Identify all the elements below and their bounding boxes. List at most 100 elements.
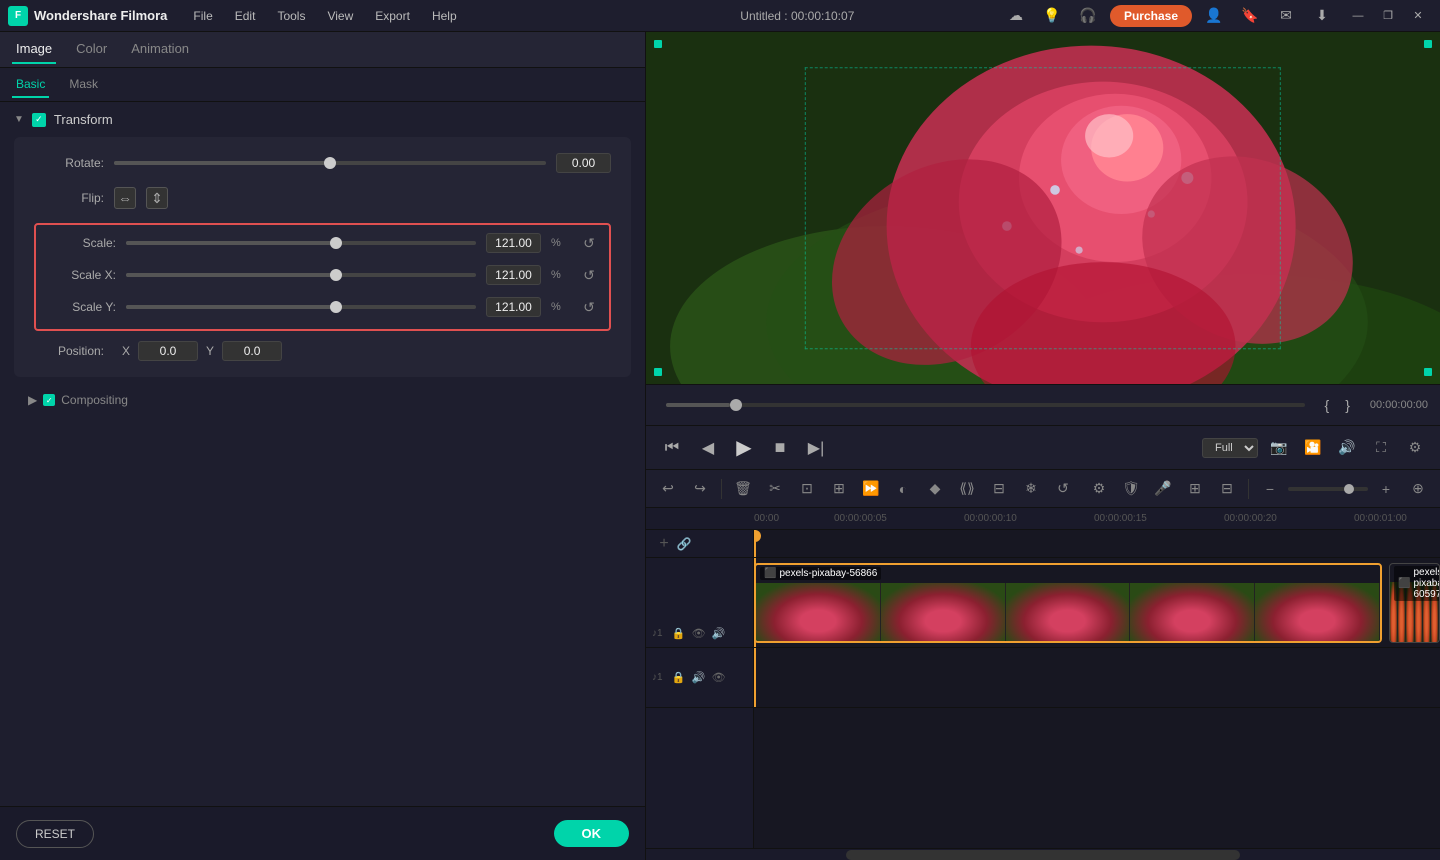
sub-tab-mask[interactable]: Mask <box>65 72 102 98</box>
skip-back-button[interactable]: ⏮ <box>658 434 686 462</box>
scale-y-slider[interactable] <box>126 305 476 309</box>
freeze-button[interactable]: ❄ <box>1017 475 1045 503</box>
tab-color[interactable]: Color <box>72 35 111 64</box>
purchase-button[interactable]: Purchase <box>1110 5 1192 27</box>
track-remove-button[interactable]: ⊟ <box>1213 475 1241 503</box>
video-clip-1[interactable]: ⬛ pexels-pixabay-56866 <box>754 563 1382 643</box>
ok-button[interactable]: OK <box>554 820 630 847</box>
bracket-close[interactable]: } <box>1341 397 1354 413</box>
scale-value[interactable]: 121.00 <box>486 233 541 253</box>
add-media-button[interactable]: + <box>654 534 674 554</box>
maximize-button[interactable]: ❐ <box>1374 4 1402 28</box>
transform-checkbox[interactable]: ✓ <box>32 113 46 127</box>
scale-x-slider[interactable] <box>126 273 476 277</box>
audio-stretch-button[interactable]: ⊟ <box>985 475 1013 503</box>
group-button[interactable]: ⊞ <box>825 475 853 503</box>
rotate-row: Rotate: 0.00 <box>34 153 611 173</box>
flip-vertical-button[interactable]: ⇕ <box>146 187 168 209</box>
rewind-button[interactable]: ↺ <box>1049 475 1077 503</box>
corner-dot-bl[interactable] <box>654 368 662 376</box>
track-eye-icon[interactable]: 👁 <box>691 625 707 641</box>
shield-icon[interactable]: 🛡 <box>1117 475 1145 503</box>
zoom-thumb[interactable] <box>1344 484 1354 494</box>
scale-x-value[interactable]: 121.00 <box>486 265 541 285</box>
scale-slider[interactable] <box>126 241 476 245</box>
mic-icon[interactable]: 🎤 <box>1149 475 1177 503</box>
volume-icon[interactable]: 🔊 <box>1334 435 1360 461</box>
compositing-checkbox[interactable]: ✓ <box>43 394 55 406</box>
crop-button[interactable]: ⊡ <box>793 475 821 503</box>
user-icon[interactable]: 👤 <box>1200 4 1228 28</box>
bracket-open[interactable]: { <box>1321 397 1334 413</box>
corner-dot-tr[interactable] <box>1424 40 1432 48</box>
timeline-scrollbar[interactable] <box>646 848 1440 860</box>
cut-button[interactable]: ✂ <box>761 475 789 503</box>
tab-image[interactable]: Image <box>12 35 56 64</box>
bookmark-icon[interactable]: 🔖 <box>1236 4 1264 28</box>
preview-canvas[interactable] <box>646 32 1440 384</box>
compositing-section[interactable]: ▶ ✓ Compositing <box>14 387 631 413</box>
playback-scrubber[interactable] <box>666 403 1305 407</box>
track-add-button[interactable]: ⊞ <box>1181 475 1209 503</box>
menu-tools[interactable]: Tools <box>267 5 315 27</box>
position-y-input[interactable]: 0.0 <box>222 341 282 361</box>
frame-back-button[interactable]: ◀ <box>694 434 722 462</box>
delete-button[interactable]: 🗑 <box>729 475 757 503</box>
color-match-button[interactable]: ◐ <box>889 475 917 503</box>
snapshot-icon[interactable]: 🎦 <box>1300 435 1326 461</box>
headset-icon[interactable]: 🎧 <box>1074 4 1102 28</box>
audio-volume-icon[interactable]: 🔊 <box>691 670 707 686</box>
settings-icon[interactable]: ⚙ <box>1085 475 1113 503</box>
position-x-input[interactable]: 0.0 <box>138 341 198 361</box>
track-volume-icon[interactable]: 🔊 <box>711 625 727 641</box>
reset-button[interactable]: RESET <box>16 820 94 848</box>
menu-file[interactable]: File <box>183 5 222 27</box>
scale-y-reset-button[interactable]: ↺ <box>579 297 599 317</box>
mail-icon[interactable]: ✉ <box>1272 4 1300 28</box>
transform-chevron[interactable]: ▼ <box>14 114 24 125</box>
redo-button[interactable]: ↪ <box>686 475 714 503</box>
track-lock-icon[interactable]: 🔒 <box>671 625 687 641</box>
frame-forward-button[interactable]: ▶| <box>802 434 830 462</box>
close-button[interactable]: ✕ <box>1404 4 1432 28</box>
zoom-out-button[interactable]: − <box>1256 475 1284 503</box>
lightbulb-icon[interactable]: 💡 <box>1038 4 1066 28</box>
scrub-bar-row[interactable] <box>754 530 1440 558</box>
audio-lock-icon[interactable]: 🔒 <box>671 670 687 686</box>
rotate-slider[interactable] <box>114 161 546 165</box>
zoom-fit-button[interactable]: ⊕ <box>1404 475 1432 503</box>
link-button[interactable]: 🔗 <box>674 534 694 554</box>
corner-dot-tl[interactable] <box>654 40 662 48</box>
menu-view[interactable]: View <box>317 5 363 27</box>
fullscreen-icon[interactable]: ⛶ <box>1368 435 1394 461</box>
zoom-in-button[interactable]: + <box>1372 475 1400 503</box>
screenshot-icon[interactable]: 📷 <box>1266 435 1292 461</box>
stop-button[interactable]: ■ <box>766 434 794 462</box>
corner-dot-br[interactable] <box>1424 368 1432 376</box>
quality-selector[interactable]: Full <box>1202 438 1258 458</box>
rotate-value[interactable]: 0.00 <box>556 153 611 173</box>
zoom-slider[interactable] <box>1288 487 1368 491</box>
marker-button[interactable]: ◆ <box>921 475 949 503</box>
menu-edit[interactable]: Edit <box>225 5 266 27</box>
scrollbar-thumb[interactable] <box>846 850 1240 860</box>
menu-help[interactable]: Help <box>422 5 467 27</box>
audio-eye-icon[interactable]: 👁 <box>711 670 727 686</box>
scale-reset-button[interactable]: ↺ <box>579 233 599 253</box>
play-button[interactable]: ▶ <box>730 434 758 462</box>
speed-button[interactable]: ⏩ <box>857 475 885 503</box>
video-clip-2[interactable]: ⬛ pexels-pixabay-60597 <box>1389 563 1440 643</box>
split-audio-button[interactable]: ⟪⟫ <box>953 475 981 503</box>
undo-button[interactable]: ↩ <box>654 475 682 503</box>
sub-tab-basic[interactable]: Basic <box>12 72 49 98</box>
menu-export[interactable]: Export <box>365 5 420 27</box>
flip-horizontal-button[interactable]: ⇔ <box>114 187 136 209</box>
cloud-icon[interactable]: ☁ <box>1002 4 1030 28</box>
scale-x-reset-button[interactable]: ↺ <box>579 265 599 285</box>
scrubber-thumb[interactable] <box>730 399 742 411</box>
settings-icon[interactable]: ⚙ <box>1402 435 1428 461</box>
scale-y-value[interactable]: 121.00 <box>486 297 541 317</box>
download-icon[interactable]: ⬇ <box>1308 4 1336 28</box>
tab-animation[interactable]: Animation <box>127 35 193 64</box>
minimize-button[interactable]: — <box>1344 4 1372 28</box>
